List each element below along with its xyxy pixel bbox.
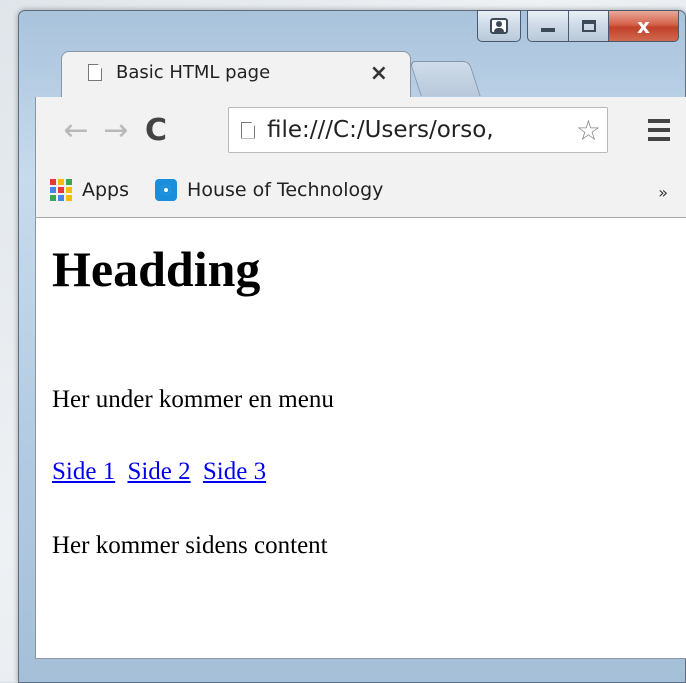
tab-close-icon[interactable]: ×: [370, 61, 388, 86]
close-window-button[interactable]: x: [609, 10, 679, 42]
forward-arrow-icon[interactable]: →: [96, 113, 136, 149]
link-side-1[interactable]: Side 1: [52, 458, 115, 485]
menu-links: Side 1 Side 2 Side 3: [52, 458, 272, 486]
tab-title: Basic HTML page: [116, 62, 271, 83]
link-side-3[interactable]: Side 3: [203, 458, 266, 485]
tab-active[interactable]: Basic HTML page ×: [61, 51, 411, 98]
bookmark-house-of-technology[interactable]: House of Technology: [187, 179, 383, 201]
apps-grid-icon[interactable]: [50, 179, 72, 201]
bookmark-star-icon[interactable]: ☆: [575, 114, 601, 147]
house-of-technology-icon: [155, 179, 178, 201]
bookmarks-bar: Apps House of Technology: [50, 179, 383, 201]
close-icon: x: [637, 14, 650, 38]
user-icon: [490, 18, 508, 34]
maximize-button[interactable]: [569, 10, 609, 42]
new-tab-button[interactable]: [409, 61, 481, 96]
user-profile-button[interactable]: [477, 10, 521, 42]
url-text[interactable]: file:///C:/Users/orso,: [267, 117, 494, 143]
back-arrow-icon[interactable]: ←: [56, 113, 96, 149]
browser-window: x Basic HTML page × ← → C file:///C:/Use…: [18, 10, 686, 683]
body-text: Her kommer sidens content: [52, 532, 328, 559]
page-content: Headding Her under kommer en menu Side 1…: [35, 217, 686, 659]
address-bar[interactable]: file:///C:/Users/orso, ☆: [228, 107, 608, 153]
page-icon: [241, 121, 255, 139]
bookmark-apps[interactable]: Apps: [82, 179, 129, 201]
window-caption-buttons: x: [477, 10, 679, 46]
intro-text: Her under kommer en menu: [52, 386, 334, 413]
minimize-button[interactable]: [527, 10, 569, 42]
more-bookmarks-icon[interactable]: »: [658, 183, 668, 202]
page-heading: Headding: [52, 241, 261, 297]
minimize-icon: [541, 28, 555, 32]
browser-toolbar: ← → C file:///C:/Users/orso, ☆ Apps Hous…: [35, 97, 686, 217]
reload-icon[interactable]: C: [136, 113, 176, 149]
link-side-2[interactable]: Side 2: [127, 458, 190, 485]
menu-icon[interactable]: [648, 119, 670, 146]
maximize-icon: [581, 20, 596, 32]
page-icon: [88, 64, 102, 81]
